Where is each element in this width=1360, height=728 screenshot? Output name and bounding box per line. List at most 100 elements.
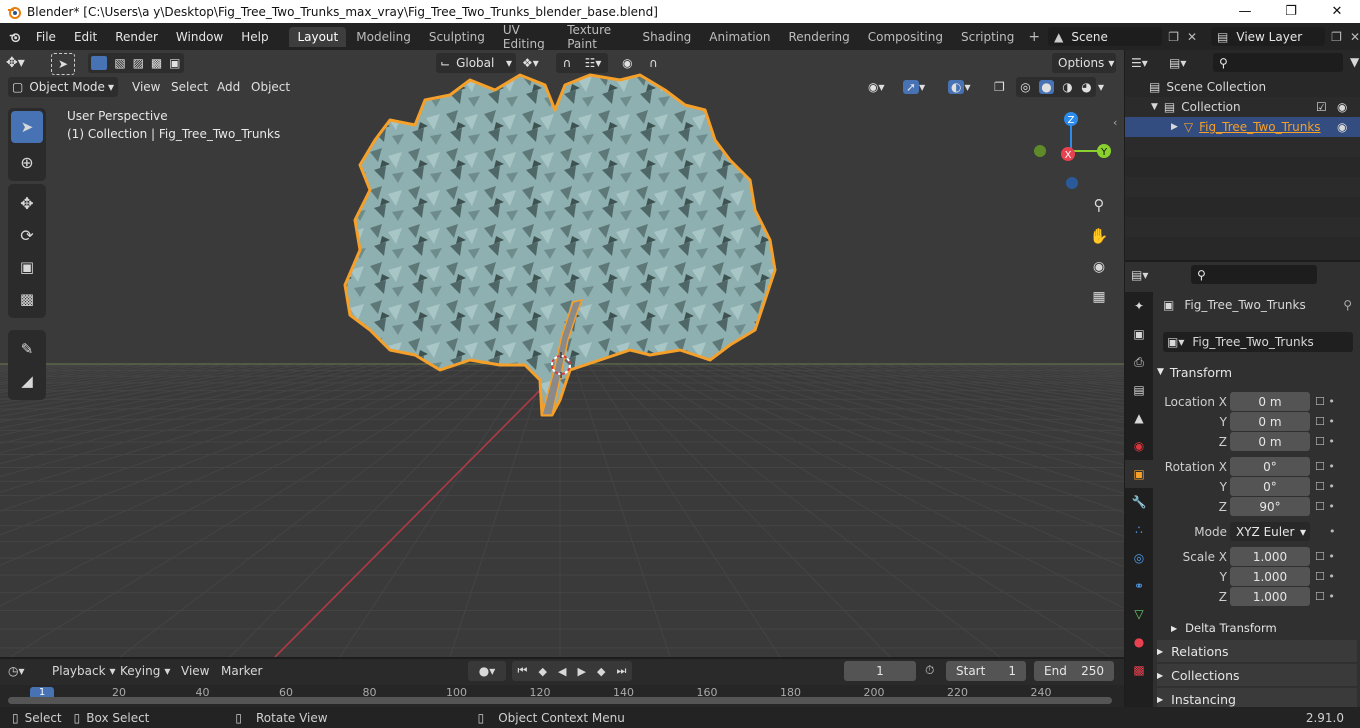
new-view-layer-icon[interactable]: ❐	[1331, 30, 1342, 44]
lock-icon[interactable]: ☐ •	[1315, 567, 1355, 587]
auto-keying-button[interactable]: ●▾	[468, 661, 506, 681]
eye-icon[interactable]: ◉	[1337, 100, 1347, 114]
rendered-shading-icon[interactable]: ◕	[1081, 80, 1091, 94]
tab-render[interactable]: ▣	[1125, 320, 1153, 348]
new-scene-icon[interactable]: ❐	[1168, 30, 1179, 44]
lock-icon[interactable]: ☐ •	[1315, 432, 1355, 452]
object-datablock-field[interactable]: ▣▾ Fig_Tree_Two_Trunks	[1163, 332, 1353, 352]
menu-file[interactable]: File	[27, 30, 65, 44]
delete-scene-icon[interactable]: ✕	[1187, 30, 1197, 44]
select-tweak-button[interactable]: ➤	[51, 53, 75, 75]
tab-data[interactable]: ▽	[1125, 600, 1153, 628]
viewport-menu-select[interactable]: Select	[171, 77, 208, 97]
snap-buttons[interactable]: ∩ ☷▾	[556, 53, 608, 73]
expand-arrow-icon[interactable]: ▼	[1151, 102, 1158, 112]
proportional-icon[interactable]: ◉	[622, 56, 632, 70]
transform-panel-header[interactable]: ▼ Transform	[1157, 361, 1357, 383]
outliner-row-scene-collection[interactable]: ▤ Scene Collection	[1125, 77, 1360, 97]
tab-constraints[interactable]: ⚭	[1125, 572, 1153, 600]
relations-panel-header[interactable]: ▶ Relations	[1157, 640, 1357, 662]
falloff-icon[interactable]: ∩	[649, 56, 658, 70]
zoom-button[interactable]: ⚲	[1086, 192, 1112, 218]
timeline-scrollbar[interactable]	[8, 697, 1112, 704]
wireframe-shading-icon[interactable]: ◎	[1020, 80, 1030, 94]
mode-intersect-icon[interactable]: ▣	[169, 56, 180, 70]
jump-start-icon[interactable]: ⏮	[518, 664, 528, 678]
snap-target-icon[interactable]: ☷▾	[585, 56, 602, 70]
eye-icon[interactable]: ◉	[1337, 120, 1347, 134]
blender-menu-icon[interactable]	[9, 29, 21, 45]
tab-material[interactable]: ●	[1125, 628, 1153, 656]
collection-checkbox[interactable]: ☑	[1316, 100, 1327, 114]
transform-orientation-dropdown[interactable]: ⌙ Global ▾	[436, 53, 516, 73]
proportional-edit-buttons[interactable]: ◉ ∩	[614, 53, 666, 73]
lock-icon[interactable]: ☐ •	[1315, 587, 1355, 607]
tab-texture-paint[interactable]: Texture Paint	[559, 20, 632, 54]
jump-end-icon[interactable]: ⏭	[617, 664, 627, 678]
tool-transform[interactable]: ▩	[11, 283, 43, 315]
visibility-button[interactable]: ◉▾	[868, 77, 898, 97]
tab-physics[interactable]: ◎	[1125, 544, 1153, 572]
tab-modeling[interactable]: Modeling	[348, 27, 419, 47]
tab-layout[interactable]: Layout	[289, 26, 347, 47]
lock-icon[interactable]: ☐ •	[1315, 392, 1355, 412]
shading-mode-buttons[interactable]: ◎ ● ◑ ◕	[1016, 77, 1096, 97]
stopwatch-icon[interactable]: ⏱	[925, 663, 934, 678]
timeline-ruler[interactable]: 1 20 40 60 80 100 120 140 160 180 200 220 240	[0, 685, 1124, 707]
magnet-icon[interactable]: ∩	[563, 56, 572, 70]
viewport-3d[interactable]: ✥▾ ➤ ▧ ▨ ▩ ▣ ⌙ Global ▾ ❖▾ ∩ ☷▾ ◉ ∩ Option…	[0, 50, 1124, 657]
outliner-search-input[interactable]: ⚲	[1213, 53, 1343, 72]
location-z-field[interactable]: 0 m	[1230, 432, 1310, 451]
mode-subtract-icon[interactable]: ▨	[133, 56, 144, 70]
lock-icon[interactable]: ☐ •	[1315, 457, 1355, 477]
tab-animation[interactable]: Animation	[701, 27, 778, 47]
mode-set-icon[interactable]	[91, 56, 108, 70]
collections-panel-header[interactable]: ▶ Collections	[1157, 664, 1357, 686]
timeline-editor-type[interactable]: ◷▾	[8, 661, 40, 681]
instancing-panel-header[interactable]: ▶ Instancing	[1157, 688, 1357, 707]
tab-tool[interactable]: ✦	[1125, 292, 1153, 320]
shading-options-button[interactable]: ▾	[1098, 77, 1112, 97]
location-x-field[interactable]: 0 m	[1230, 392, 1310, 411]
viewport-menu-add[interactable]: Add	[217, 77, 240, 97]
object-mode-dropdown[interactable]: ▢ Object Mode ▾	[8, 77, 118, 97]
tab-texture[interactable]: ▩	[1125, 656, 1153, 684]
editor-type-button[interactable]: ✥▾	[6, 53, 42, 73]
lock-icon[interactable]: ☐ •	[1315, 497, 1355, 517]
scale-y-field[interactable]: 1.000	[1230, 567, 1310, 586]
lock-icon[interactable]: ☐ •	[1315, 412, 1355, 432]
display-mode-button[interactable]: ▤▾	[1169, 53, 1205, 73]
ortho-toggle-button[interactable]: ▦	[1086, 284, 1112, 310]
tool-cursor[interactable]: ⊕	[11, 146, 43, 178]
tab-rendering[interactable]: Rendering	[780, 27, 857, 47]
material-shading-icon[interactable]: ◑	[1062, 80, 1072, 94]
tool-measure[interactable]: ◢	[11, 365, 43, 397]
mode-extend-icon[interactable]: ▧	[114, 56, 125, 70]
pivot-point-button[interactable]: ❖▾	[522, 53, 552, 73]
tab-shading[interactable]: Shading	[635, 27, 700, 47]
scale-x-field[interactable]: 1.000	[1230, 547, 1310, 566]
rotation-z-field[interactable]: 90°	[1230, 497, 1310, 516]
tool-rotate[interactable]: ⟳	[11, 219, 43, 251]
outliner-row-collection[interactable]: ▼ ▤ Collection ☑ ◉	[1125, 97, 1360, 117]
menu-window[interactable]: Window	[167, 30, 232, 44]
add-workspace-icon[interactable]: +	[1028, 29, 1040, 45]
keyframe-dot-icon[interactable]: •	[1315, 522, 1355, 542]
select-mode-buttons[interactable]: ▧ ▨ ▩ ▣	[88, 53, 184, 73]
keying-menu[interactable]: Keying ▾	[114, 661, 176, 681]
tab-scripting[interactable]: Scripting	[953, 27, 1022, 47]
tab-uv-editing[interactable]: UV Editing	[495, 20, 557, 54]
lock-icon[interactable]: ☐ •	[1315, 547, 1355, 567]
delete-view-layer-icon[interactable]: ✕	[1350, 30, 1360, 44]
tool-move[interactable]: ✥	[11, 187, 43, 219]
tab-modifiers[interactable]: 🔧	[1125, 488, 1153, 516]
outliner-editor-type[interactable]: ☰▾	[1131, 53, 1167, 73]
location-y-field[interactable]: 0 m	[1230, 412, 1310, 431]
scale-z-field[interactable]: 1.000	[1230, 587, 1310, 606]
tab-sculpting[interactable]: Sculpting	[421, 27, 493, 47]
timeline-menu-marker[interactable]: Marker	[221, 664, 262, 678]
timeline-menu-view[interactable]: View	[181, 664, 209, 678]
tab-view-layer[interactable]: ▤	[1125, 376, 1153, 404]
viewport-menu-object[interactable]: Object	[251, 77, 290, 97]
tool-select-box[interactable]: ➤	[11, 111, 43, 143]
